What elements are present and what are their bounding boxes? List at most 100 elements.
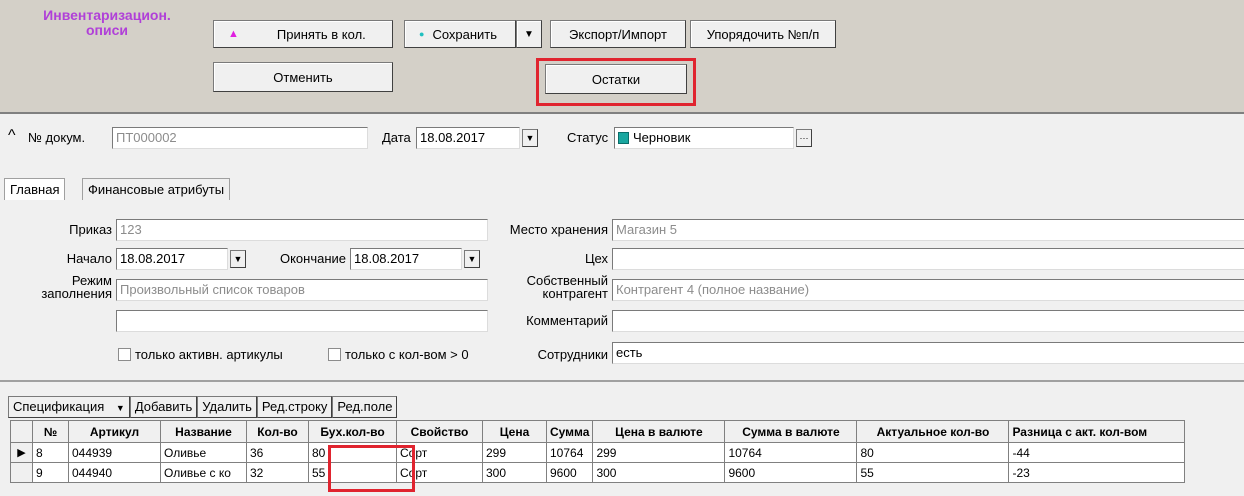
column-header[interactable]: Кол-во — [246, 420, 309, 443]
add-button[interactable]: Добавить — [129, 396, 198, 418]
table-cell[interactable]: 044939 — [68, 442, 161, 463]
cancel-label: Отменить — [273, 69, 333, 85]
staff-field[interactable]: есть — [612, 342, 1244, 364]
own-label-line2: контрагент — [542, 286, 608, 301]
divider — [0, 380, 1244, 382]
column-header[interactable]: Актуальное кол-во — [856, 420, 1010, 443]
delete-label: Удалить — [202, 399, 252, 414]
dropdown-arrow-icon: ▼ — [467, 254, 477, 264]
own-contractor-field[interactable]: Контрагент 4 (полное название) — [612, 279, 1244, 301]
status-select-button[interactable]: ··· — [796, 129, 812, 147]
delete-button[interactable]: Удалить — [197, 396, 257, 418]
status-label: Статус — [567, 130, 609, 145]
table-cell[interactable]: -44 — [1008, 442, 1186, 463]
qty-only-checkbox[interactable]: только с кол-вом > 0 — [328, 347, 469, 362]
export-import-label: Экспорт/Импорт — [569, 26, 667, 42]
table-header-row: № Артикул Название Кол-во Бух.кол-во Сво… — [10, 420, 1186, 443]
column-header[interactable]: № — [32, 420, 69, 443]
status-field[interactable]: Черновик — [614, 127, 794, 149]
shop-field[interactable] — [612, 248, 1244, 270]
column-header[interactable]: Артикул — [68, 420, 161, 443]
end-label: Окончание — [279, 251, 346, 266]
order-field[interactable]: 123 — [116, 219, 488, 241]
qty-only-label: только с кол-вом > 0 — [345, 347, 469, 362]
column-header[interactable]: Цена — [482, 420, 547, 443]
table-cell[interactable]: 8 — [32, 442, 69, 463]
column-header[interactable]: Цена в валюте — [592, 420, 726, 443]
checkbox-box[interactable] — [328, 348, 341, 361]
export-import-button[interactable]: Экспорт/Импорт — [550, 20, 686, 48]
draft-icon — [618, 132, 629, 144]
table-cell[interactable]: 55 — [856, 462, 1010, 483]
table-cell[interactable]: 9600 — [545, 462, 594, 483]
end-date-dropdown-button[interactable]: ▼ — [464, 250, 480, 268]
date-dropdown-button[interactable]: ▼ — [522, 129, 538, 147]
column-header[interactable]: Разница с акт. кол-вом — [1008, 420, 1186, 443]
table-cell[interactable]: 300 — [482, 462, 547, 483]
mode-label: Режим заполнения — [10, 274, 112, 300]
table-cell[interactable]: 300 — [592, 462, 726, 483]
table-cell[interactable]: Оливье с ко — [160, 462, 247, 483]
main-panel: Приказ 123 Начало 18.08.2017 ▼ Окончание… — [0, 200, 1244, 374]
edit-field-label: Ред.поле — [337, 399, 393, 414]
table-cell[interactable]: -23 — [1008, 462, 1186, 483]
column-header[interactable]: Название — [160, 420, 247, 443]
reorder-button[interactable]: Упорядочить №п/п — [690, 20, 836, 48]
table-cell[interactable]: 044940 — [68, 462, 161, 483]
save-label: Сохранить — [432, 26, 498, 42]
active-only-checkbox[interactable]: только активн. артикулы — [118, 347, 283, 362]
checkbox-box[interactable] — [118, 348, 131, 361]
fill-mode-field[interactable]: Произвольный список товаров — [116, 279, 488, 301]
table-cell[interactable]: 299 — [592, 442, 726, 463]
table-cell[interactable]: 9600 — [724, 462, 858, 483]
table-cell[interactable]: 10764 — [724, 442, 858, 463]
toolbar: Инвентаризацион. описи ▲ Принять в кол. … — [0, 0, 1244, 114]
edit-row-button[interactable]: Ред.строку — [256, 396, 333, 418]
comment-field[interactable] — [612, 310, 1244, 332]
save-button[interactable]: ● Сохранить — [404, 20, 516, 48]
date-field[interactable]: 18.08.2017 — [416, 127, 520, 149]
staff-label: Сотрудники — [537, 347, 608, 362]
dropdown-arrow-icon: ▼ — [524, 28, 534, 40]
table-cell[interactable]: 36 — [246, 442, 309, 463]
current-row-indicator-icon: ▶ — [10, 442, 33, 463]
edit-field-button[interactable]: Ред.поле — [332, 396, 398, 418]
collapse-chevron-icon[interactable]: ^ — [8, 127, 16, 145]
accept-quantity-button[interactable]: ▲ Принять в кол. — [213, 20, 393, 48]
end-date-field[interactable]: 18.08.2017 — [350, 248, 462, 270]
tab-main[interactable]: Главная — [4, 178, 66, 201]
tab-financial-attributes[interactable]: Финансовые атрибуты — [82, 178, 231, 201]
spec-toolbar: Спецификация ▼ Добавить Удалить Ред.стро… — [8, 396, 398, 418]
cancel-button[interactable]: Отменить — [213, 62, 393, 92]
table-cell[interactable]: 10764 — [545, 442, 594, 463]
spec-table: № Артикул Название Кол-во Бух.кол-во Сво… — [10, 420, 1186, 483]
table-cell[interactable]: 9 — [32, 462, 69, 483]
table-cell[interactable]: Оливье — [160, 442, 247, 463]
dropdown-arrow-icon: ▼ — [115, 403, 125, 413]
column-header[interactable]: Бух.кол-во — [308, 420, 397, 443]
start-date-dropdown-button[interactable]: ▼ — [230, 250, 246, 268]
table-row[interactable]: ▶ 8 044939 Оливье 36 80 Сорт 299 10764 2… — [10, 442, 1186, 463]
table-cell[interactable]: 299 — [482, 442, 547, 463]
storage-label: Место хранения — [509, 222, 608, 237]
mode-label-line2: заполнения — [41, 286, 112, 301]
shop-label: Цех — [584, 251, 608, 266]
table-cell[interactable]: 32 — [246, 462, 309, 483]
table-cell[interactable]: 80 — [856, 442, 1010, 463]
column-header[interactable]: Сумма в валюте — [724, 420, 858, 443]
column-header[interactable]: Сумма — [545, 420, 594, 443]
start-date-field[interactable]: 18.08.2017 — [116, 248, 228, 270]
column-header[interactable]: Свойство — [396, 420, 483, 443]
status-value: Черновик — [633, 130, 691, 145]
docnum-field[interactable]: ПТ000002 — [112, 127, 368, 149]
own-contractor-label: Собственный контрагент — [490, 274, 608, 300]
comment-label: Комментарий — [526, 313, 608, 328]
spec-label: Спецификация — [13, 399, 105, 414]
spec-menu-button[interactable]: Спецификация ▼ — [8, 396, 130, 418]
save-dropdown-button[interactable]: ▼ — [516, 20, 542, 48]
balances-button[interactable]: Остатки — [545, 64, 687, 94]
start-label: Начало — [66, 251, 112, 266]
storage-field[interactable]: Магазин 5 — [612, 219, 1244, 241]
extra-field[interactable] — [116, 310, 488, 332]
table-row[interactable]: 9 044940 Оливье с ко 32 55 Сорт 300 9600… — [10, 462, 1186, 483]
